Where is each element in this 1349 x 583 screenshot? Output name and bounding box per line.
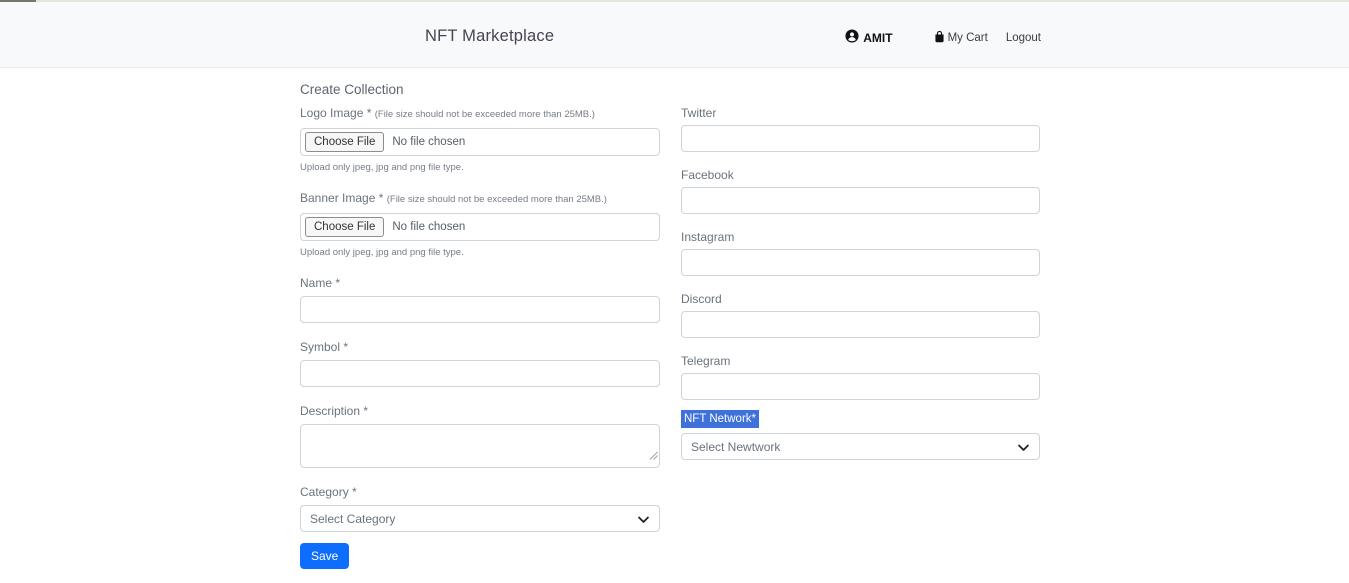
form-right-column: Twitter Facebook Instagram Discord Teleg… bbox=[681, 106, 1040, 460]
symbol-label: Symbol * bbox=[300, 340, 660, 354]
logo-choose-file-button[interactable]: Choose File bbox=[305, 132, 384, 152]
name-field: Name * bbox=[300, 276, 660, 323]
logo-image-label-text: Logo Image * bbox=[300, 106, 371, 120]
facebook-field: Facebook bbox=[681, 168, 1040, 214]
instagram-label: Instagram bbox=[681, 230, 1040, 244]
twitter-label: Twitter bbox=[681, 106, 1040, 120]
facebook-label: Facebook bbox=[681, 168, 1040, 182]
banner-helper-text: Upload only jpeg, jpg and png file type. bbox=[300, 247, 660, 258]
category-select[interactable]: Select Category bbox=[300, 505, 660, 532]
header-nav: AMIT My Cart Logout bbox=[845, 29, 1041, 46]
name-input[interactable] bbox=[300, 296, 660, 323]
user-menu[interactable]: AMIT bbox=[845, 29, 892, 46]
logo-image-label: Logo Image * (File size should not be ex… bbox=[300, 106, 660, 122]
discord-label: Discord bbox=[681, 292, 1040, 306]
banner-file-status: No file chosen bbox=[392, 221, 465, 233]
logout-link[interactable]: Logout bbox=[1006, 32, 1041, 44]
logo-file-status: No file chosen bbox=[392, 136, 465, 148]
name-label: Name * bbox=[300, 276, 660, 290]
nft-network-select[interactable]: Select Newtwork bbox=[681, 433, 1040, 460]
page-title: Create Collection bbox=[300, 82, 1041, 97]
logo-image-note: (File size should not be exceeded more t… bbox=[375, 109, 595, 120]
logo-helper-text: Upload only jpeg, jpg and png file type. bbox=[300, 162, 660, 173]
save-button[interactable]: Save bbox=[300, 543, 349, 569]
twitter-field: Twitter bbox=[681, 106, 1040, 152]
telegram-input[interactable] bbox=[681, 373, 1040, 400]
facebook-input[interactable] bbox=[681, 187, 1040, 214]
category-field: Category * Select Category bbox=[300, 485, 660, 532]
resize-grip-icon[interactable] bbox=[649, 447, 658, 465]
banner-image-field: Banner Image * (File size should not be … bbox=[300, 191, 660, 241]
banner-image-label: Banner Image * (File size should not be … bbox=[300, 191, 660, 207]
telegram-label: Telegram bbox=[681, 354, 1040, 368]
cart-label: My Cart bbox=[948, 32, 988, 44]
brand-title[interactable]: NFT Marketplace bbox=[425, 27, 554, 46]
banner-file-input[interactable]: Choose File No file chosen bbox=[300, 213, 660, 241]
category-label: Category * bbox=[300, 485, 660, 499]
symbol-field: Symbol * bbox=[300, 340, 660, 387]
discord-input[interactable] bbox=[681, 311, 1040, 338]
shopping-bag-icon bbox=[933, 30, 948, 46]
header: NFT Marketplace AMIT My Cart Logout bbox=[0, 2, 1349, 68]
banner-choose-file-button[interactable]: Choose File bbox=[305, 217, 384, 237]
description-textarea[interactable] bbox=[300, 424, 660, 468]
symbol-input[interactable] bbox=[300, 360, 660, 387]
create-collection-form: Create Collection Logo Image * (File siz… bbox=[300, 82, 1041, 97]
banner-image-label-text: Banner Image * bbox=[300, 191, 383, 205]
user-name: AMIT bbox=[863, 31, 892, 45]
nft-network-label-row: NFT Network* bbox=[681, 409, 1040, 433]
description-label: Description * bbox=[300, 404, 660, 418]
description-field: Description * bbox=[300, 404, 660, 468]
category-selected-value: Select Category bbox=[310, 512, 395, 526]
discord-field: Discord bbox=[681, 292, 1040, 338]
banner-image-note: (File size should not be exceeded more t… bbox=[387, 194, 607, 205]
form-left-column: Logo Image * (File size should not be ex… bbox=[300, 106, 660, 569]
instagram-field: Instagram bbox=[681, 230, 1040, 276]
cart-link[interactable]: My Cart bbox=[933, 30, 988, 46]
nft-network-selected-value: Select Newtwork bbox=[691, 440, 780, 454]
logo-image-field: Logo Image * (File size should not be ex… bbox=[300, 106, 660, 156]
nft-network-label: NFT Network* bbox=[681, 410, 759, 428]
twitter-input[interactable] bbox=[681, 125, 1040, 152]
instagram-input[interactable] bbox=[681, 249, 1040, 276]
telegram-field: Telegram bbox=[681, 354, 1040, 400]
logo-file-input[interactable]: Choose File No file chosen bbox=[300, 128, 660, 156]
user-circle-icon bbox=[845, 29, 863, 46]
